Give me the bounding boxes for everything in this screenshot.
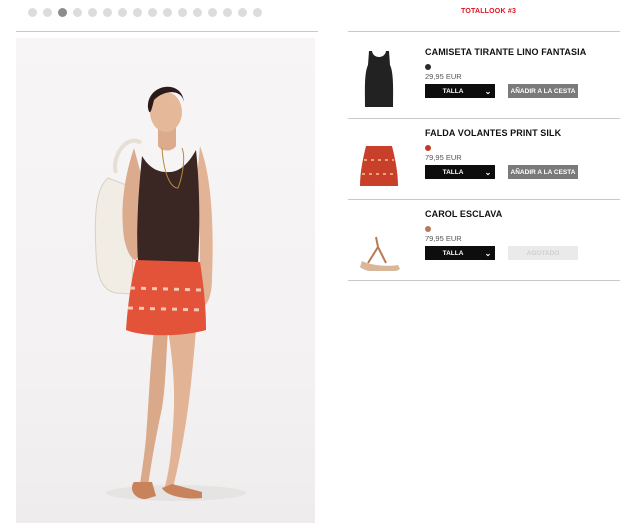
sold-out-button: AGOTADO [508, 246, 578, 260]
chevron-down-icon: ⌄ [484, 86, 492, 96]
chevron-down-icon: ⌄ [484, 248, 492, 258]
sandal-thumbnail[interactable] [356, 207, 402, 273]
pagination-dot[interactable] [193, 8, 202, 17]
leg-right [164, 330, 196, 492]
product-card: CAMISETA TIRANTE LINO FANTASIA 29,95 EUR… [348, 37, 620, 117]
tank-top [137, 150, 200, 264]
look-photo [16, 38, 315, 523]
product-price: 29,95 EUR [425, 72, 462, 81]
divider [16, 31, 318, 32]
product-name[interactable]: CAROL ESCLAVA [425, 209, 502, 219]
pagination-dot[interactable] [103, 8, 112, 17]
pagination-dot[interactable] [253, 8, 262, 17]
chevron-down-icon: ⌄ [484, 167, 492, 177]
product-name[interactable]: CAMISETA TIRANTE LINO FANTASIA [425, 47, 586, 57]
look-title: TOTALLOOK #3 [461, 8, 517, 15]
size-select-label: TALLA [442, 249, 464, 257]
product-name[interactable]: FALDA VOLANTES PRINT SILK [425, 128, 561, 138]
pagination-dot[interactable] [208, 8, 217, 17]
pagination-dot[interactable] [88, 8, 97, 17]
pagination-dot[interactable] [118, 8, 127, 17]
printed-skirt [126, 260, 206, 336]
size-select-label: TALLA [442, 168, 464, 176]
size-select-label: TALLA [442, 87, 464, 95]
product-price: 79,95 EUR [425, 234, 462, 243]
leg-left [140, 330, 168, 486]
pagination-dot[interactable] [238, 8, 247, 17]
pagination-dot[interactable] [223, 8, 232, 17]
product-card: FALDA VOLANTES PRINT SILK 79,95 EUR TALL… [348, 118, 620, 198]
pagination-dot[interactable] [73, 8, 82, 17]
product-card: CAROL ESCLAVA 79,95 EUR TALLA ⌄ AGOTADO [348, 199, 620, 279]
pagination-dot[interactable] [58, 8, 67, 17]
product-price: 79,95 EUR [425, 153, 462, 162]
size-select[interactable]: TALLA ⌄ [425, 165, 495, 179]
color-swatch[interactable] [425, 64, 431, 70]
pagination-dot[interactable] [163, 8, 172, 17]
add-to-cart-button[interactable]: AÑADIR A LA CESTA [508, 165, 578, 179]
pagination-dot[interactable] [43, 8, 52, 17]
size-select[interactable]: TALLA ⌄ [425, 84, 495, 98]
divider [348, 280, 620, 281]
skirt-thumbnail[interactable] [356, 126, 402, 190]
color-swatch[interactable] [425, 145, 431, 151]
pagination-dot[interactable] [148, 8, 157, 17]
add-to-cart-button[interactable]: AÑADIR A LA CESTA [508, 84, 578, 98]
color-swatch[interactable] [425, 226, 431, 232]
size-select[interactable]: TALLA ⌄ [425, 246, 495, 260]
gallery-pagination [28, 8, 262, 17]
pagination-dot[interactable] [178, 8, 187, 17]
pagination-dot[interactable] [133, 8, 142, 17]
pagination-dot[interactable] [28, 8, 37, 17]
tank-top-thumbnail[interactable] [356, 45, 402, 109]
divider [348, 31, 620, 32]
